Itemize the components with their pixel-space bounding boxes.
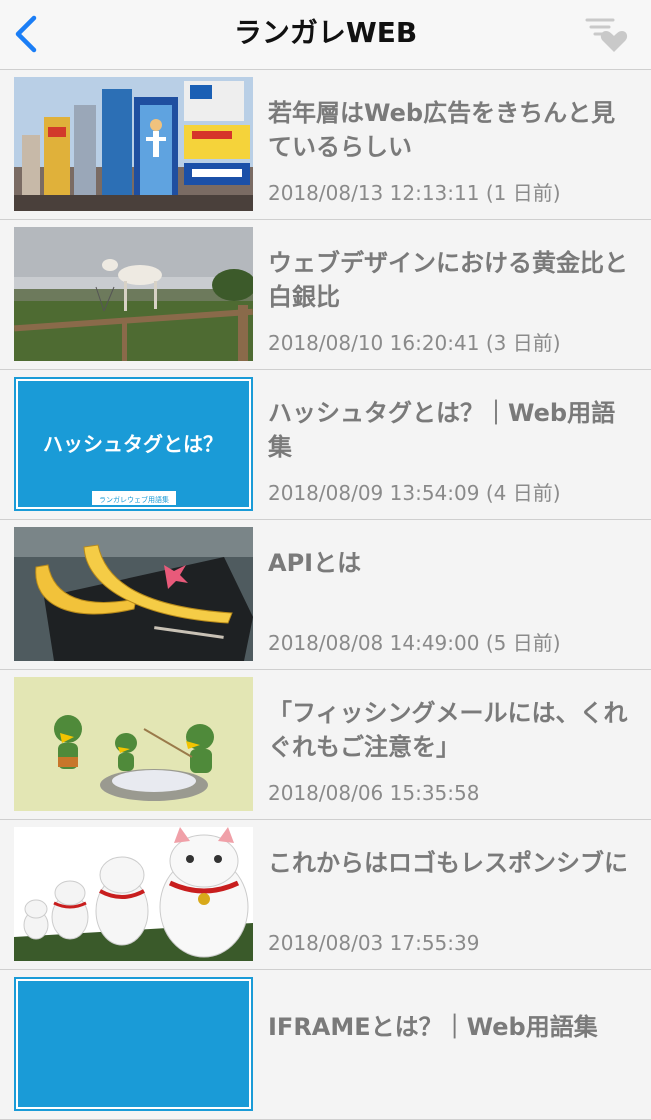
article-title: ハッシュタグとは？｜Web用語集: [268, 399, 616, 461]
thumb-heading: ハッシュタグとは？: [43, 432, 223, 456]
thumb-caption: ランガレウェブ用語集: [99, 495, 169, 504]
article-title: 若年層はWeb広告をきちんと見ているらしい: [268, 99, 616, 161]
lucky-cats-image: [14, 827, 253, 961]
article-date: 2018/08/13 12:13:11 (1 日前): [268, 181, 561, 205]
article-row[interactable]: 若年層はWeb広告をきちんと見ているらしい 2018/08/13 12:13:1…: [0, 70, 651, 220]
goat-on-beam-image: [14, 227, 253, 361]
blue-card-image: [14, 977, 253, 1111]
article-date: 2018/08/10 16:20:41 (3 日前): [268, 331, 561, 355]
kappa-figures-image: [14, 677, 253, 811]
filter-heart-icon: [585, 18, 628, 52]
article-row[interactable]: 「フィッシングメールには、くれぐれもご注意を」 2018/08/06 15:35…: [0, 670, 651, 820]
article-row[interactable]: APIとは 2018/08/08 14:49:00 (5 日前): [0, 520, 651, 670]
article-date: 2018/08/03 17:55:39: [268, 931, 480, 955]
article-date: 2018/08/09 13:54:09 (4 日前): [268, 481, 561, 505]
article-title: APIとは: [268, 549, 362, 577]
article-date: 2018/08/06 15:35:58: [268, 781, 480, 805]
hashtag-card-image: ハッシュタグとは？ ランガレウェブ用語集: [14, 377, 253, 511]
city-billboards-image: [14, 77, 253, 211]
page-title: ランガレWEB: [233, 16, 418, 49]
article-title: IFRAMEとは？｜Web用語集: [268, 1013, 598, 1041]
article-list: 若年層はWeb広告をきちんと見ているらしい 2018/08/13 12:13:1…: [0, 70, 651, 1120]
article-title: 「フィッシングメールには、くれぐれもご注意を」: [268, 699, 628, 761]
article-row[interactable]: IFRAMEとは？｜Web用語集: [0, 970, 651, 1120]
article-title: これからはロゴもレスポンシブに: [268, 849, 628, 877]
article-row[interactable]: ウェブデザインにおける黄金比と白銀比 2018/08/10 16:20:41 (…: [0, 220, 651, 370]
article-title: ウェブデザインにおける黄金比と白銀比: [268, 249, 628, 311]
article-row[interactable]: ハッシュタグとは？ ランガレウェブ用語集 ハッシュタグとは？｜Web用語集 20…: [0, 370, 651, 520]
article-date: 2018/08/08 14:49:00 (5 日前): [268, 631, 561, 655]
bananas-image: [14, 527, 253, 661]
favorites-filter-button[interactable]: [581, 12, 629, 56]
article-row[interactable]: これからはロゴもレスポンシブに 2018/08/03 17:55:39: [0, 820, 651, 970]
nav-bar: ランガレWEB: [0, 0, 651, 70]
